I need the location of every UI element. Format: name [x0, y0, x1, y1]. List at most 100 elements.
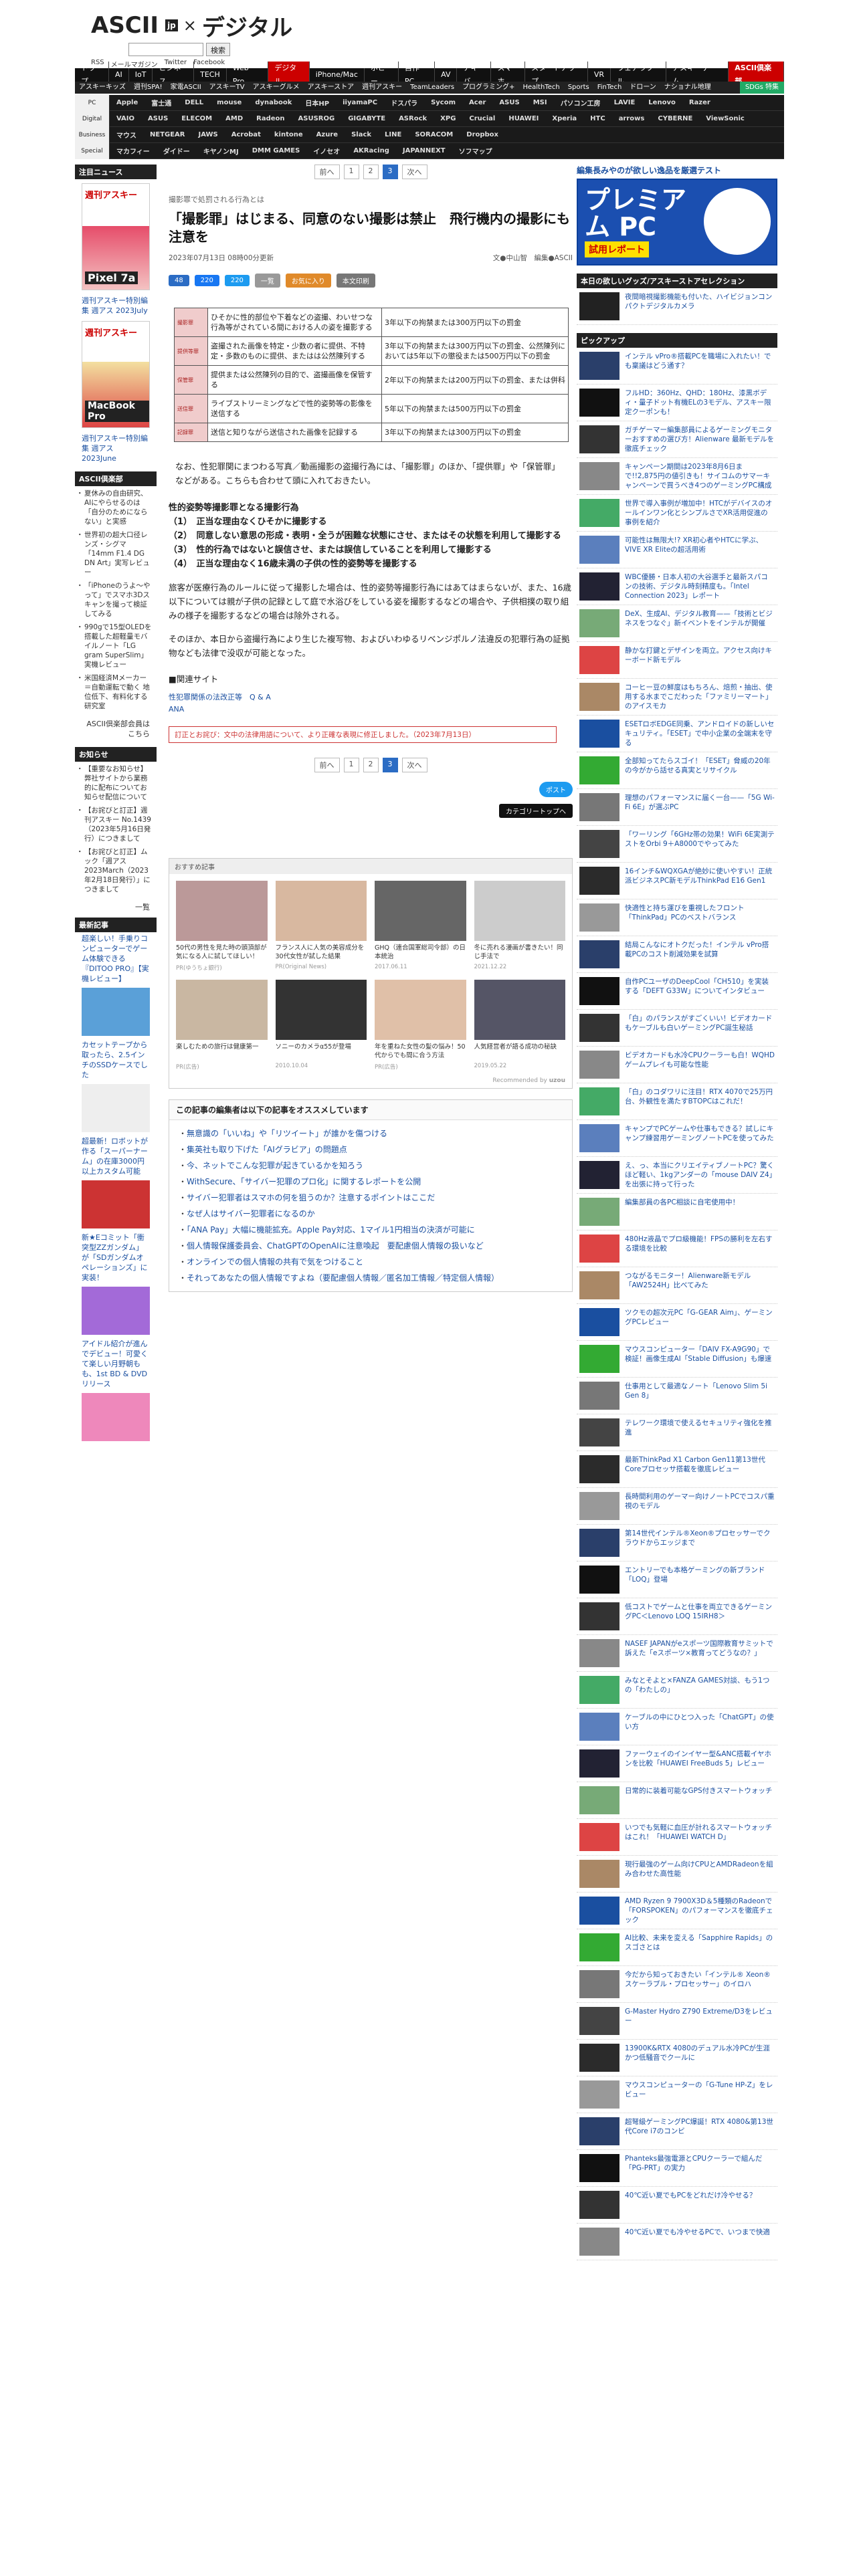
pickup-item[interactable]: 現行最強のゲーム向けCPUとAMDRadeonを組み合わせた高性能 [577, 1856, 777, 1893]
subnav-link[interactable]: FinTech [593, 82, 626, 94]
info-item[interactable]: 【重要なお知らせ】弊社サイトから業務的に配布についてお知らせ配信について [76, 764, 153, 802]
editor-recommend-link[interactable]: オンラインでの個人情報の共有で気をつけること [179, 1254, 563, 1270]
left-pickup-title[interactable]: カセットテープから取ったら、2.5インチのSSDケースでした [75, 1039, 157, 1081]
brand-link[interactable]: ASRock [392, 115, 434, 122]
brand-link[interactable]: Apple [110, 99, 145, 106]
brand-link[interactable]: パソコン工房 [554, 98, 607, 108]
club-more-link[interactable]: ASCII倶楽部会員はこちら [75, 718, 157, 740]
magazine-cover-june[interactable]: 週刊アスキー MacBook Pro [82, 321, 150, 428]
brand-link[interactable]: Crucial [462, 115, 502, 122]
pager-prev[interactable]: 前へ [314, 165, 340, 179]
pickup-item[interactable]: NASEF JAPANがeスポーツ国際教育サミットで訴えた「eスポーツ×教育って… [577, 1635, 777, 1672]
brand-link[interactable]: キヤノンMJ [197, 146, 246, 156]
pickup-item[interactable]: 長時間利用のゲーマー向けノートPCでコスパ重視のモデル [577, 1488, 777, 1525]
magazine-link-july[interactable]: 週刊アスキー特別編集 週アス 2023July [75, 294, 157, 317]
brand-link[interactable]: LINE [378, 131, 408, 138]
recommend-card[interactable]: 楽しむための旅行は健康第一 PR(広告) [176, 980, 268, 1071]
subnav-link[interactable]: HealthTech [518, 82, 563, 94]
brand-link[interactable]: CYBERNE [651, 115, 699, 122]
subnav-link[interactable]: ナショナル地理 [660, 82, 715, 94]
recommend-card[interactable]: 年を重ねた女性の髪の悩み！50代からでも間に合う方法 PR(広告) [375, 980, 466, 1071]
share-button[interactable]: お気に入り [285, 274, 331, 288]
premium-pc-banner[interactable]: プレミアム PC 試用レポート [577, 179, 777, 265]
brand-link[interactable]: Sycom [424, 99, 462, 106]
pickup-item[interactable]: ESETロボEDGE同乗、アンドロイドの新しいセキュリティ。「ESET」で中小企… [577, 716, 777, 752]
pickup-item[interactable]: WBC優勝・日本人初の大谷選手と最新スパコンの技術、デジタル時刻精度も。「Int… [577, 568, 777, 605]
recommend-card[interactable]: フランス人に人気の美容成分を30代女性が試した結果 PR(Original New… [275, 881, 367, 972]
brand-link[interactable]: マカフィー [110, 146, 157, 156]
pickup-item[interactable]: 今だから知っておきたい「インテル® Xeon® スケーラブル・プロセッサー」のイ… [577, 1966, 777, 2003]
site-logo[interactable]: ASCII jp × デジタル [91, 12, 292, 41]
left-pickup-image[interactable] [82, 1180, 150, 1228]
subnav-link[interactable]: 家電ASCII [167, 82, 205, 94]
pickup-item[interactable]: いつでも気軽に血圧が計れるスマートウォッチはこれ！「HUAWEI WATCH D… [577, 1819, 777, 1856]
brand-link[interactable]: ドスパラ [384, 98, 424, 108]
pickup-item[interactable]: 静かな打鍵とデザインを両立。アクセス向けキーボード新モデル [577, 642, 777, 679]
pickup-item[interactable]: 最新ThinkPad X1 Carbon Gen11第13世代Coreプロセッサ… [577, 1451, 777, 1488]
brand-link[interactable]: ソフマップ [452, 146, 499, 156]
brand-link[interactable]: LAVIE [607, 99, 642, 106]
store-select-item[interactable]: 夜間暗視撮影機能も付いた、ハイビジョンコンパクトデジタルカメラ [577, 288, 777, 325]
brand-link[interactable]: ASUSROG [292, 115, 342, 122]
pager-page[interactable]: 3 [382, 758, 398, 772]
brand-link[interactable]: Acer [462, 99, 492, 106]
pager-next[interactable]: 次へ [401, 165, 427, 179]
nav-tab[interactable]: AV [435, 68, 458, 82]
pickup-item[interactable]: 自作PCユーザのDeepCool「CH510」を実装する「DEFT G33W」に… [577, 973, 777, 1010]
editor-recommend-link[interactable]: それってあなたの個人情報ですよね（要配慮個人情報／匿名加工情報／特定個人情報） [179, 1270, 563, 1286]
brand-link[interactable]: JAWS [192, 131, 225, 138]
pickup-item[interactable]: 全部知ってたらスゴイ！「ESET」脅威の20年の今がから話せる真実とリサイクル [577, 752, 777, 789]
brand-link[interactable]: Azure [310, 131, 345, 138]
left-pickup-title[interactable]: アイドル紹介が進んでデビュー！可愛くて楽しい月野朝もも、1st BD & DVD… [75, 1337, 157, 1390]
brand-link[interactable]: DMM GAMES [246, 147, 307, 154]
subnav-link[interactable]: ドローン [626, 82, 660, 94]
header-sublink[interactable]: メールマガジン [111, 59, 158, 69]
editor-recommend-link[interactable]: なぜ人はサイバー犯罪者になるのか [179, 1206, 563, 1222]
subnav-link[interactable]: 週刊アスキー [358, 82, 406, 94]
brand-link[interactable]: ダイドー [157, 146, 197, 156]
brand-link[interactable]: NETGEAR [143, 131, 192, 138]
brand-link[interactable]: ASUS [141, 115, 175, 122]
brand-link[interactable]: JAPANNEXT [396, 147, 452, 154]
brand-link[interactable]: Xperia [545, 115, 583, 122]
brand-link[interactable]: arrows [612, 115, 652, 122]
editor-recommend-link[interactable]: 個人情報保護委員会、ChatGPTのOpenAIに注意喚起 要配慮個人情報の扱い… [179, 1238, 563, 1254]
pickup-item[interactable]: 快適性と持ち運びを重視したフロント「ThinkPad」PCのベストバランス [577, 899, 777, 936]
pickup-item[interactable]: AMD Ryzen 9 7900X3D＆5種類のRadeonで「FORSPOKE… [577, 1893, 777, 1929]
brand-link[interactable]: Acrobat [225, 131, 268, 138]
pager-next[interactable]: 次へ [401, 758, 427, 772]
pickup-item[interactable]: ファーウェイのインイヤー型&ANC搭載イヤホンを比較「HUAWEI FreeBu… [577, 1745, 777, 1782]
brand-link[interactable]: Radeon [250, 115, 291, 122]
nav-tab[interactable]: IoT [129, 68, 153, 82]
brand-link[interactable]: kintone [268, 131, 310, 138]
brand-link[interactable]: HTC [583, 115, 612, 122]
pickup-item[interactable]: 40℃近い夏でもPCをどれだけ冷やせる？ [577, 2187, 777, 2224]
pickup-item[interactable]: マウスコンピューター「DAIV FX-A9G90」で検証！画像生成AI「Stab… [577, 1341, 777, 1378]
subnav-link[interactable]: アスキーグルメ [249, 82, 304, 94]
pickup-item[interactable]: 40℃近い夏でも冷やせるPCで、いつまで快適 [577, 2224, 777, 2260]
brand-link[interactable]: dynabook [248, 99, 298, 106]
subnav-link[interactable]: アスキーTV [205, 82, 249, 94]
pager-page[interactable]: 1 [343, 165, 359, 179]
category-top-button[interactable]: カテゴリートップへ [499, 804, 573, 818]
left-pickup-image[interactable] [82, 988, 150, 1036]
club-item[interactable]: 「iPhoneのうよ～やって」でスマホ3Dスキャンを撮って検証してみる [76, 581, 153, 619]
search-input[interactable] [128, 43, 203, 56]
recommend-card[interactable]: ソニーのカメラα55が登場 2010.10.04 [275, 980, 367, 1071]
club-item[interactable]: 990gで15型OLEDを搭載した超軽量モバイルノート「LG gram Supe… [76, 623, 153, 669]
nav-tab[interactable]: AI [109, 68, 129, 82]
pickup-item[interactable]: 13900K&RTX 4080のデュアル水冷PCが生涯かつ低騒音でクールに [577, 2040, 777, 2076]
header-sublink[interactable]: Facebook [193, 59, 225, 69]
brand-link[interactable]: マウス [110, 130, 143, 140]
brand-link[interactable]: iiyamaPC [336, 99, 384, 106]
editor-recommend-link[interactable]: 今、ネットでこんな犯罪が起きているかを知ろう [179, 1158, 563, 1174]
brand-link[interactable]: 富士通 [145, 98, 178, 108]
pickup-item[interactable]: G-Master Hydro Z790 Extreme/D3をレビュー [577, 2003, 777, 2040]
pickup-item[interactable]: 16インチ&WQXGAが絶妙に使いやすい！正統派ビジネスPC新モデルThinkP… [577, 863, 777, 899]
magazine-link-june[interactable]: 週刊アスキー特別編集 週アス 2023June [75, 432, 157, 465]
pickup-item[interactable]: 低コストでゲームと仕事を両立できるゲーミングPC＜Lenovo LOQ 15IR… [577, 1598, 777, 1635]
pickup-item[interactable]: 仕事用として最適なノート「Lenovo Slim 5i Gen 8」 [577, 1378, 777, 1414]
subnav-link[interactable]: アスキーキッズ [75, 82, 130, 94]
brand-link[interactable]: SORACOM [408, 131, 460, 138]
editor-recommend-link[interactable]: 「ANA Pay」大幅に機能拡充。Apple Pay対応、1マイル1円相当の決済… [179, 1222, 563, 1238]
